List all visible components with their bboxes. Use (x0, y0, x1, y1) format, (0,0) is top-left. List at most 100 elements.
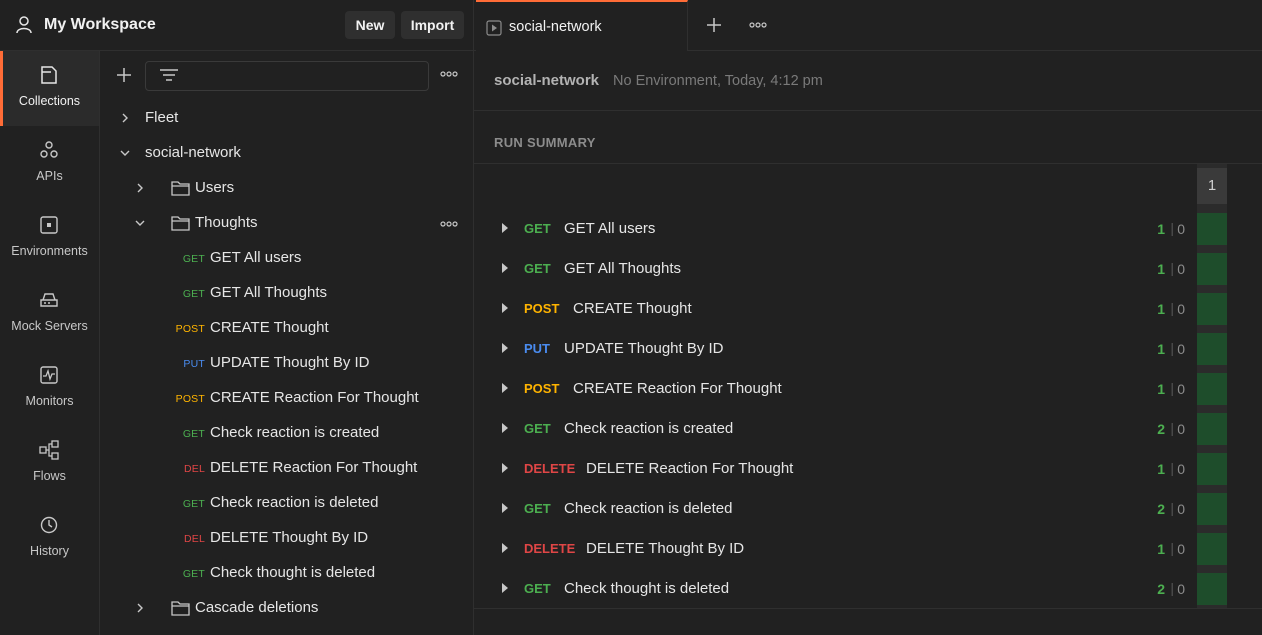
count-separator: | (1170, 300, 1174, 316)
caret-right-icon[interactable] (501, 303, 509, 313)
result-row[interactable]: GET GET All Thoughts 1 | 0 (474, 249, 1197, 289)
rail-label: APIs (36, 169, 63, 183)
tab-social-network[interactable]: social-network (476, 0, 688, 51)
method-label: DELETE (524, 541, 576, 556)
result-row[interactable]: POST CREATE Thought 1 | 0 (474, 289, 1197, 329)
rail-item-flows[interactable]: Flows (0, 426, 99, 501)
run-name: social-network (494, 72, 600, 89)
rail-label: Environments (11, 244, 88, 258)
pass-count: 1 (1157, 381, 1165, 397)
caret-right-icon[interactable] (501, 383, 509, 393)
iteration-pass-cell[interactable] (1197, 533, 1227, 565)
monitors-icon (40, 366, 58, 384)
folder-cascade-deletions[interactable]: Cascade deletions (100, 591, 473, 626)
result-row[interactable]: DELETE DELETE Thought By ID 1 | 0 (474, 529, 1197, 569)
rail-item-apis[interactable]: APIs (0, 126, 99, 201)
iteration-pass-cell[interactable] (1197, 573, 1227, 605)
iteration-pass-cell[interactable] (1197, 493, 1227, 525)
result-row[interactable]: GET Check thought is deleted 2 | 0 (474, 569, 1197, 609)
iteration-pass-cell[interactable] (1197, 253, 1227, 285)
request-label: Check reaction is deleted (210, 494, 379, 511)
tab-label: social-network (509, 19, 602, 35)
result-row[interactable]: POST CREATE Reaction For Thought 1 | 0 (474, 369, 1197, 409)
request-item[interactable]: PUT UPDATE Thought By ID (100, 346, 473, 381)
caret-right-icon[interactable] (501, 543, 509, 553)
request-label: CREATE Thought (210, 319, 329, 336)
caret-right-icon[interactable] (501, 463, 509, 473)
iteration-pass-cell[interactable] (1197, 333, 1227, 365)
add-tab-icon[interactable] (705, 16, 723, 34)
chevron-down-icon[interactable] (135, 218, 145, 228)
request-item[interactable]: GET Check thought is deleted (100, 556, 473, 591)
method-label: GET (524, 501, 551, 516)
collection-label: Fleet (145, 109, 179, 126)
method-badge: GET (182, 498, 205, 510)
method-badge: DEL (183, 533, 205, 545)
folder-users[interactable]: Users (100, 171, 473, 206)
request-item[interactable]: GET GET All Thoughts (100, 276, 473, 311)
result-row[interactable]: GET GET All users 1 | 0 (474, 209, 1197, 249)
caret-right-icon[interactable] (501, 583, 509, 593)
user-icon[interactable] (14, 15, 34, 35)
request-name: GET All Thoughts (564, 260, 682, 277)
request-item[interactable]: GET GET All users (100, 241, 473, 276)
result-row[interactable]: PUT UPDATE Thought By ID 1 | 0 (474, 329, 1197, 369)
caret-right-icon[interactable] (501, 263, 509, 273)
fail-count: 0 (1177, 581, 1185, 597)
result-row[interactable]: DELETE DELETE Reaction For Thought 1 | 0 (474, 449, 1197, 489)
rail-item-mock-servers[interactable]: Mock Servers (0, 276, 99, 351)
caret-right-icon[interactable] (501, 343, 509, 353)
collections-sidebar: Fleet social-network Users Thoughts GET … (100, 51, 474, 635)
caret-right-icon[interactable] (501, 503, 509, 513)
chevron-right-icon[interactable] (135, 603, 145, 613)
result-row[interactable]: GET Check reaction is created 2 | 0 (474, 409, 1197, 449)
run-summary-label: RUN SUMMARY (494, 135, 596, 150)
workspace-title[interactable]: My Workspace (44, 16, 156, 34)
iteration-pass-cell[interactable] (1197, 453, 1227, 485)
iteration-number[interactable]: 1 (1197, 168, 1227, 204)
request-item[interactable]: DEL DELETE Thought By ID (100, 521, 473, 556)
request-item[interactable]: GET Check reaction is deleted (100, 486, 473, 521)
rail-item-history[interactable]: History (0, 501, 99, 576)
more-options-icon[interactable] (440, 69, 458, 79)
apis-icon (40, 141, 58, 158)
collection-fleet[interactable]: Fleet (100, 101, 473, 136)
folder-thoughts[interactable]: Thoughts (100, 206, 473, 241)
request-item[interactable]: POST CREATE Reaction For Thought (100, 381, 473, 416)
rail-item-collections[interactable]: Collections (0, 51, 99, 126)
iteration-pass-cell[interactable] (1197, 293, 1227, 325)
folder-label: Users (195, 179, 235, 196)
runner-icon (486, 20, 502, 36)
flows-icon (39, 440, 59, 460)
request-item[interactable]: POST CREATE Thought (100, 311, 473, 346)
iteration-pass-cell[interactable] (1197, 413, 1227, 445)
rail-item-environments[interactable]: Environments (0, 201, 99, 276)
import-button[interactable]: Import (401, 11, 464, 39)
more-options-icon[interactable] (440, 219, 458, 229)
folder-icon (171, 181, 190, 196)
more-options-icon[interactable] (749, 20, 767, 30)
add-collection-icon[interactable] (115, 66, 133, 84)
fail-count: 0 (1177, 341, 1185, 357)
caret-right-icon[interactable] (501, 223, 509, 233)
chevron-right-icon[interactable] (120, 113, 130, 123)
request-name: DELETE Thought By ID (586, 540, 745, 557)
fail-count: 0 (1177, 461, 1185, 477)
method-badge: PUT (183, 358, 205, 370)
request-label: CREATE Reaction For Thought (210, 389, 419, 406)
chevron-right-icon[interactable] (135, 183, 145, 193)
count-separator: | (1170, 580, 1174, 596)
fail-count: 0 (1177, 221, 1185, 237)
request-item[interactable]: DEL DELETE Reaction For Thought (100, 451, 473, 486)
iteration-pass-cell[interactable] (1197, 373, 1227, 405)
rail-item-monitors[interactable]: Monitors (0, 351, 99, 426)
iteration-pass-cell[interactable] (1197, 213, 1227, 245)
result-row[interactable]: GET Check reaction is deleted 2 | 0 (474, 489, 1197, 529)
environments-icon (40, 216, 58, 234)
chevron-down-icon[interactable] (120, 148, 130, 158)
collection-social-network[interactable]: social-network (100, 136, 473, 171)
caret-right-icon[interactable] (501, 423, 509, 433)
filter-input[interactable] (145, 61, 429, 91)
new-button[interactable]: New (345, 11, 395, 39)
request-item[interactable]: GET Check reaction is created (100, 416, 473, 451)
